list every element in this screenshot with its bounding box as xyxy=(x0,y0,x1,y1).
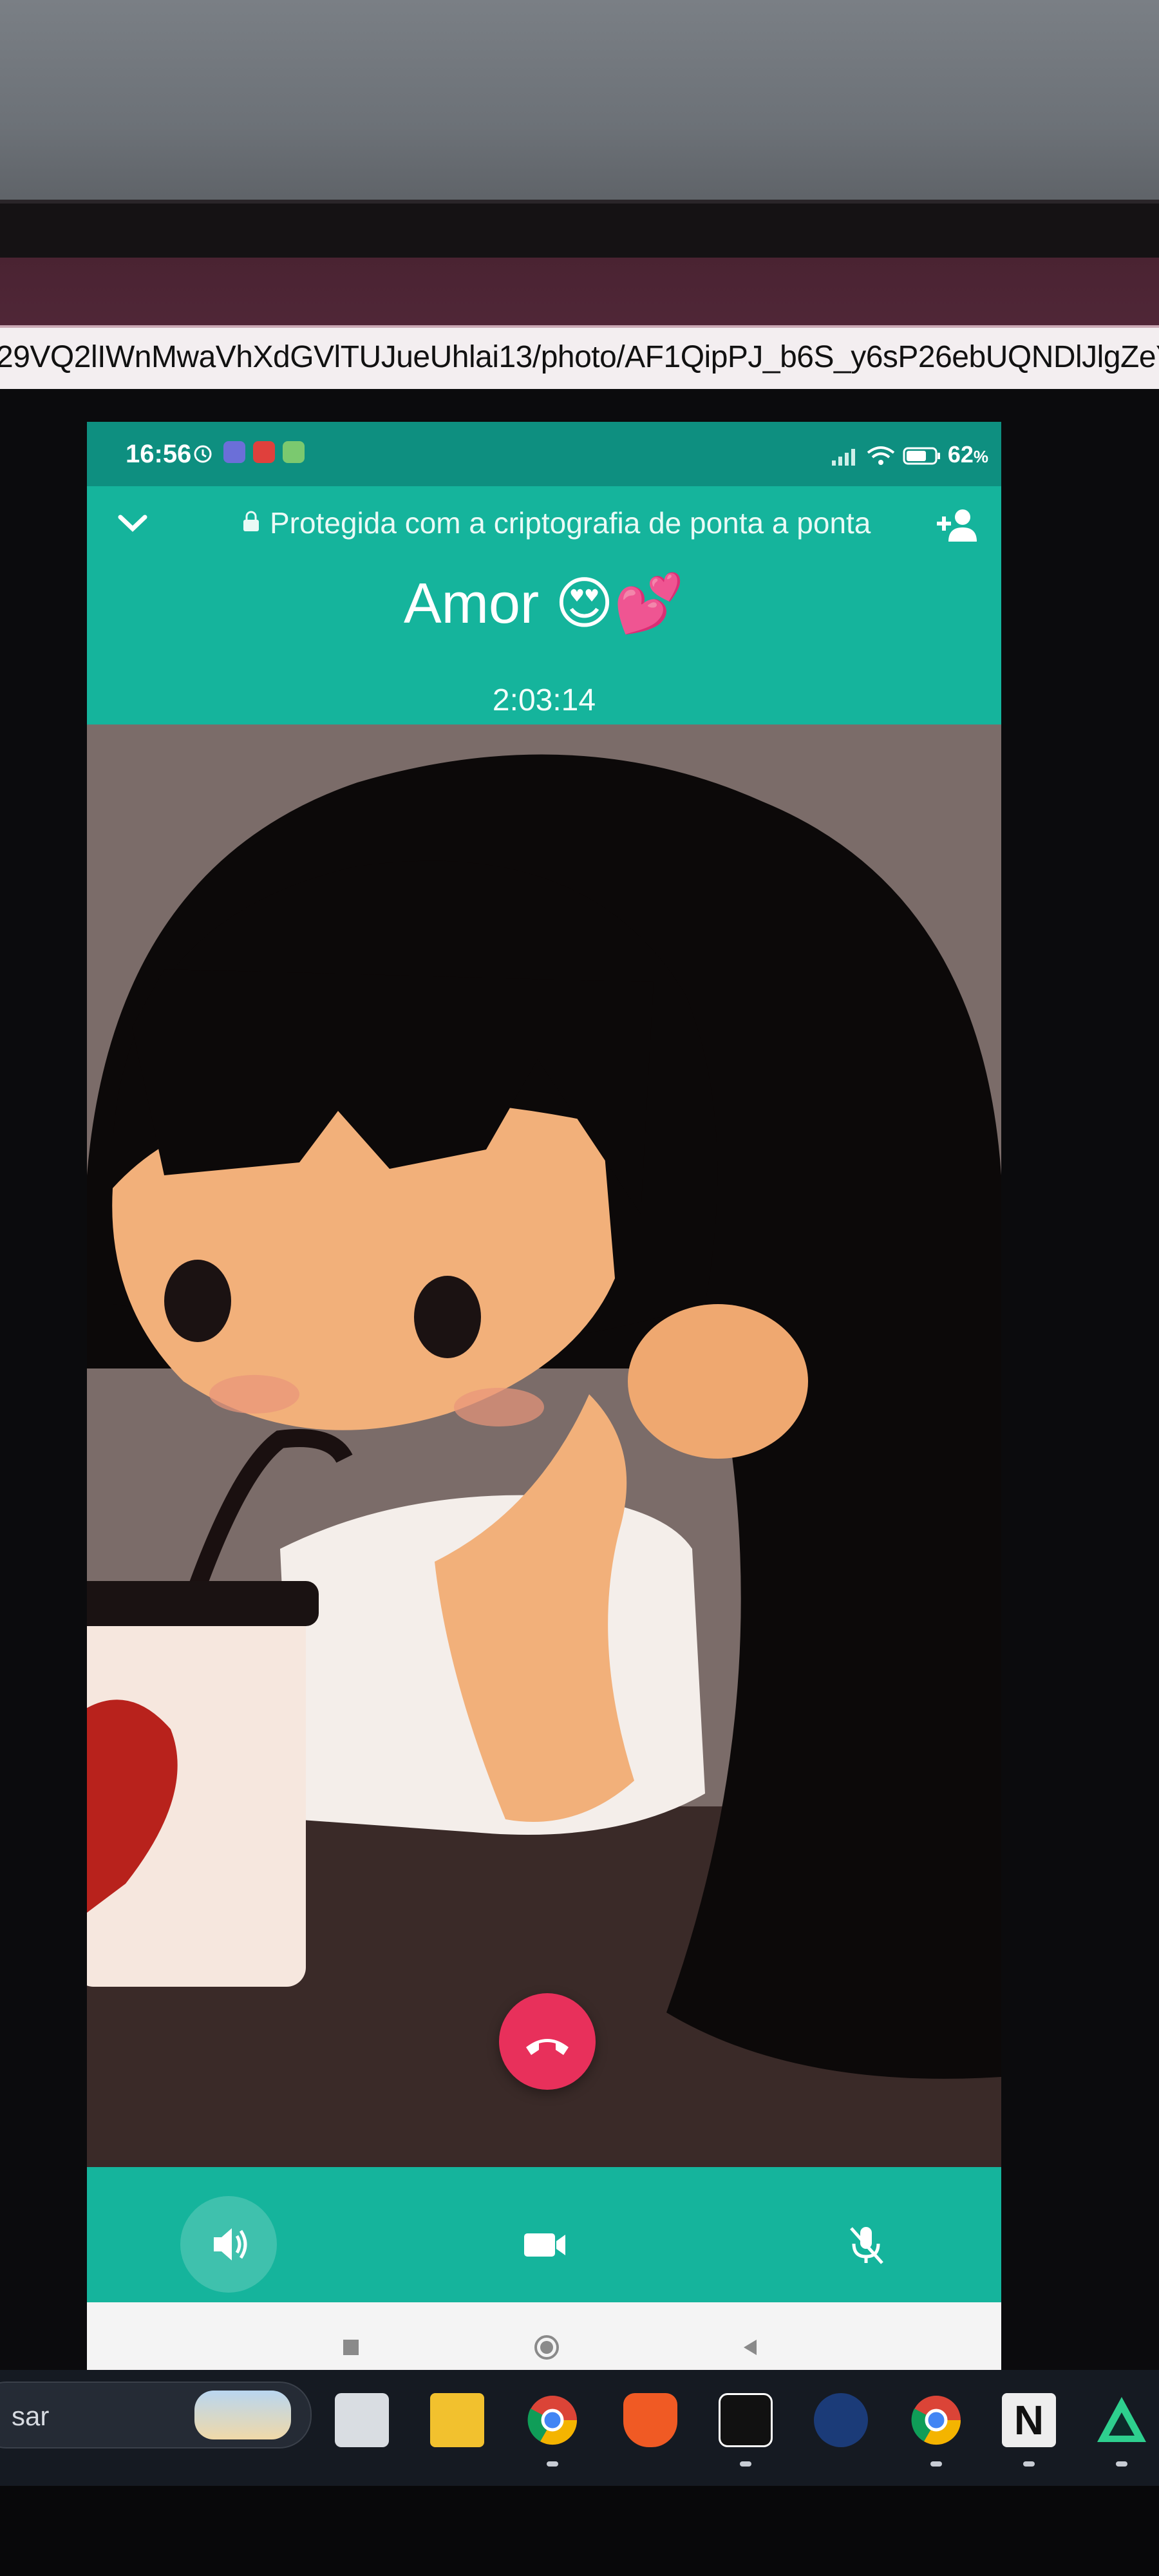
notion-icon[interactable]: N xyxy=(1002,2393,1056,2447)
running-indicator xyxy=(740,2461,751,2467)
home-icon[interactable] xyxy=(531,2332,562,2363)
minimize-chevron-icon[interactable] xyxy=(110,502,155,547)
add-participant-icon[interactable] xyxy=(934,506,979,544)
speaker-icon xyxy=(214,2228,247,2260)
search-label: sar xyxy=(12,2401,50,2431)
phone-screen: 16:56 62% Protegida com a criptografia d… xyxy=(87,422,1001,2392)
cartoon-girl-illustration xyxy=(87,724,1001,2167)
monitor-bottom-bezel xyxy=(0,2486,1159,2576)
battery-icon xyxy=(903,447,940,465)
status-right: 62% xyxy=(831,441,988,468)
taskbar-search-box[interactable]: sar xyxy=(0,2382,312,2448)
alarm-icon xyxy=(194,445,212,463)
microphone-off-icon xyxy=(850,2227,883,2264)
running-indicator xyxy=(930,2461,942,2467)
taskbar: sar N xyxy=(0,2370,1159,2486)
app-notification-icon xyxy=(283,441,305,463)
steam-icon[interactable] xyxy=(814,2393,868,2447)
task-view-icon[interactable] xyxy=(335,2393,389,2447)
contact-name: Amor 😍💕 xyxy=(403,571,684,635)
signal-icon xyxy=(831,449,855,466)
call-duration: 2:03:14 xyxy=(492,683,596,717)
status-bar: 16:56 62% xyxy=(87,422,1001,486)
hang-up-icon xyxy=(526,2039,569,2055)
video-camera-icon xyxy=(524,2233,565,2257)
address-bar[interactable]: 29VQ2lIWnMwaVhXdGVlTUJueUhlai13/photo/AF… xyxy=(0,325,1159,389)
chrome-icon[interactable] xyxy=(525,2393,580,2447)
youtube-notification-icon xyxy=(253,441,275,463)
running-indicator xyxy=(1023,2461,1035,2467)
app-icon[interactable] xyxy=(719,2393,773,2447)
speaker-button[interactable] xyxy=(180,2196,277,2293)
status-time: 16:56 xyxy=(126,440,192,468)
running-indicator xyxy=(1116,2461,1127,2467)
wifi-icon xyxy=(867,446,895,466)
running-indicator xyxy=(547,2461,558,2467)
end-call-button[interactable] xyxy=(499,1993,596,2090)
app-triangle-icon[interactable] xyxy=(1095,2393,1149,2447)
video-toggle-button[interactable] xyxy=(496,2196,592,2293)
lock-icon xyxy=(243,511,259,531)
call-header: Protegida com a criptografia de ponta a … xyxy=(87,486,1001,724)
brave-icon[interactable] xyxy=(623,2393,677,2447)
call-controls-bar xyxy=(87,2167,1001,2302)
background-wall xyxy=(0,0,1159,213)
battery-percent: 62 xyxy=(947,441,974,468)
encryption-notice: Protegida com a criptografia de ponta a … xyxy=(270,506,871,540)
app-notification-icon xyxy=(223,441,245,463)
search-highlight-image xyxy=(194,2391,291,2439)
url-text: 29VQ2lIWnMwaVhXdGVlTUJueUhlai13/photo/AF… xyxy=(0,340,1159,374)
mute-button[interactable] xyxy=(818,2196,914,2293)
file-explorer-icon[interactable] xyxy=(430,2393,484,2447)
recents-icon[interactable] xyxy=(338,2334,364,2360)
remote-video-feed xyxy=(87,724,1001,2167)
back-icon[interactable] xyxy=(737,2334,763,2360)
chrome-profile-icon[interactable] xyxy=(909,2393,963,2447)
